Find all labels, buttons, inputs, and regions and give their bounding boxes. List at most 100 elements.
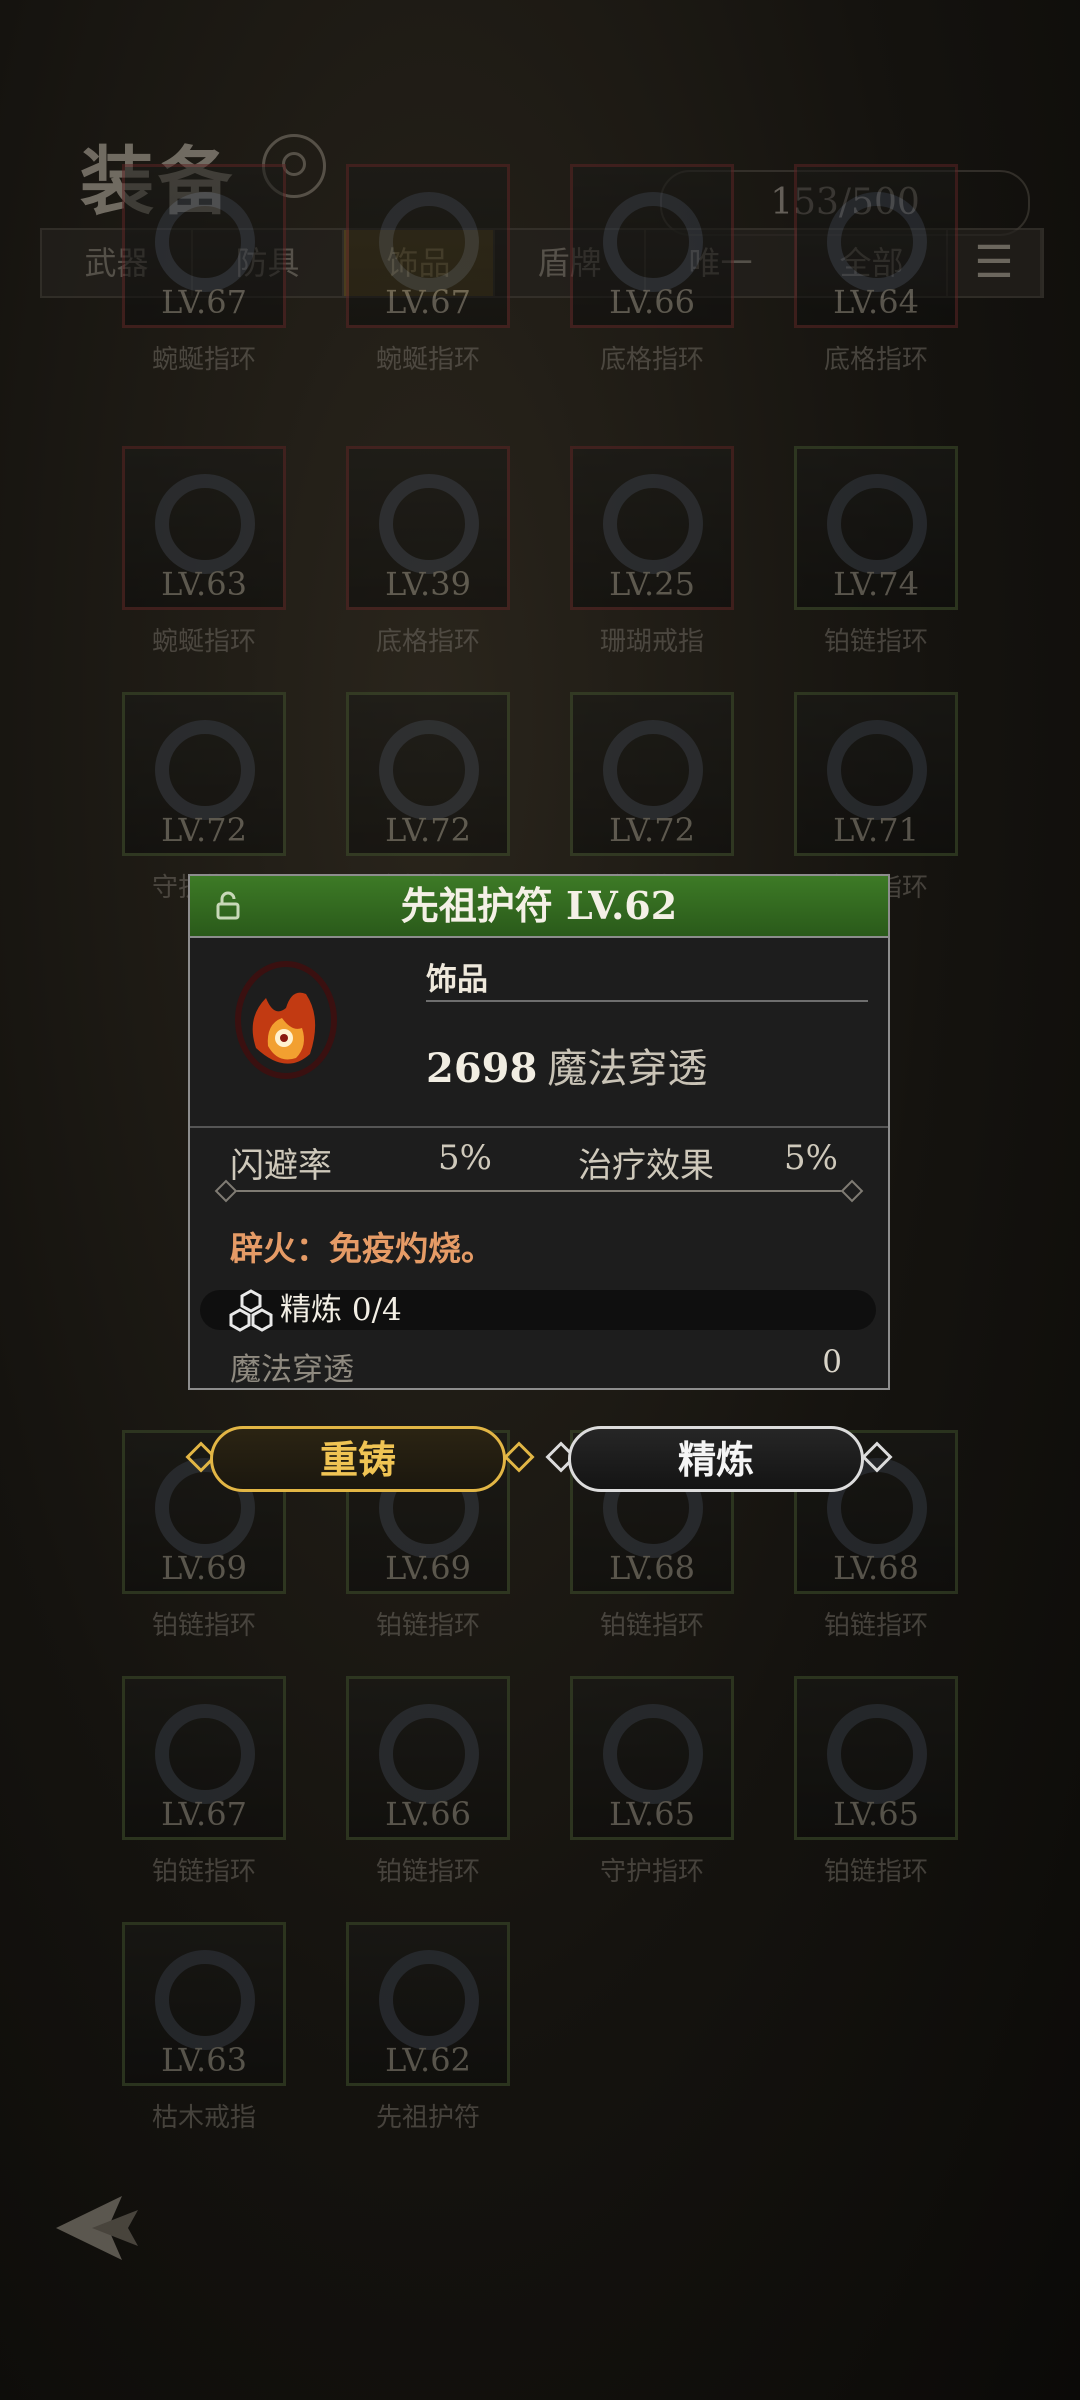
- item-level: LV.64: [833, 283, 919, 321]
- item-level: LV.63: [161, 2041, 247, 2079]
- inventory-item[interactable]: LV.25 珊瑚戒指: [570, 446, 734, 657]
- item-name: 铂链指环: [823, 1857, 928, 1887]
- item-detail-popup: 先祖护符 LV.62 饰品 2698 魔法穿透 闪避率 5% 治疗效果 5% 辟火…: [188, 874, 890, 1390]
- item-level: LV.72: [609, 811, 695, 849]
- ring-icon: [827, 474, 927, 574]
- inventory-item[interactable]: LV.72蜿蜒指环: [570, 692, 734, 903]
- item-level: LV.39: [385, 565, 471, 603]
- ring-icon: [603, 474, 703, 574]
- inventory-item[interactable]: LV.67 蜿蜒指环: [122, 164, 286, 375]
- item-name: 铂链指环: [151, 1611, 256, 1641]
- item-category: 饰品: [426, 962, 488, 998]
- inventory-item[interactable]: LV.71守护指环: [794, 692, 958, 903]
- sub-stat-value: 5%: [438, 1138, 492, 1178]
- item-name: 蜿蜒指环: [151, 627, 256, 657]
- item-name: 蜿蜒指环: [375, 345, 480, 375]
- item-name: 先祖护符: [375, 2103, 480, 2133]
- inventory-item[interactable]: LV.64 底格指环: [794, 164, 958, 375]
- special-effect: 辟火：免疫灼烧。: [230, 1229, 494, 1268]
- item-level: LV.66: [609, 283, 695, 321]
- main-stat-label: 魔法穿透: [547, 1046, 708, 1092]
- back-arrow-icon[interactable]: [52, 2190, 142, 2266]
- item-title: 先祖护符 LV.62: [400, 883, 678, 928]
- inventory-item[interactable]: LV.63 蜿蜒指环: [122, 446, 286, 657]
- ornament-divider: [222, 1190, 856, 1192]
- ring-icon: [603, 192, 703, 292]
- item-level: LV.67: [161, 283, 247, 321]
- item-name: 蜿蜒指环: [151, 345, 256, 375]
- ring-icon: [603, 720, 703, 820]
- filter-icon[interactable]: ☰: [948, 230, 1042, 296]
- inventory-item[interactable]: LV.72守护指环: [346, 692, 510, 903]
- item-level: LV.25: [609, 565, 695, 603]
- item-level: LV.67: [385, 283, 471, 321]
- item-level: LV.69: [385, 1549, 471, 1587]
- inventory-item[interactable]: LV.65 铂链指环: [794, 1676, 958, 1887]
- inventory-item[interactable]: LV.66 铂链指环: [346, 1676, 510, 1887]
- item-name: 底格指环: [599, 345, 704, 375]
- refine-progress: 精炼 0/4: [280, 1292, 402, 1328]
- item-name: 铂链指环: [599, 1611, 704, 1641]
- inventory-item[interactable]: LV.72守护指环: [122, 692, 286, 903]
- item-level: LV.68: [833, 1549, 919, 1587]
- item-name: 枯木戒指: [151, 2103, 256, 2133]
- inventory-item[interactable]: LV.63 枯木戒指: [122, 1922, 286, 2133]
- ring-icon: [379, 1950, 479, 2050]
- sub-stat-value: 5%: [784, 1138, 838, 1178]
- ring-icon: [155, 720, 255, 820]
- item-level: LV.68: [609, 1549, 695, 1587]
- ring-icon: [827, 1704, 927, 1804]
- refine-button[interactable]: 精炼: [568, 1426, 864, 1492]
- ring-icon: [379, 474, 479, 574]
- inventory-item[interactable]: LV.67 蜿蜒指环: [346, 164, 510, 375]
- ring-icon: [379, 720, 479, 820]
- ring-icon: [155, 474, 255, 574]
- item-name: 底格指环: [375, 627, 480, 657]
- item-level: LV.71: [833, 811, 919, 849]
- inventory-item[interactable]: LV.65 守护指环: [570, 1676, 734, 1887]
- item-name: 守护指环: [599, 1857, 704, 1887]
- refine-stat-label: 魔法穿透: [230, 1352, 354, 1388]
- ring-icon: [827, 192, 927, 292]
- amulet-icon: [235, 961, 337, 1079]
- item-name: 铂链指环: [151, 1857, 256, 1887]
- item-level: LV.72: [161, 811, 247, 849]
- item-name: 铂链指环: [823, 627, 928, 657]
- ring-icon: [155, 1950, 255, 2050]
- item-level: LV.67: [161, 1795, 247, 1833]
- item-name: 铂链指环: [823, 1611, 928, 1641]
- item-name: 底格指环: [823, 345, 928, 375]
- ring-icon: [155, 192, 255, 292]
- sub-stat-label: 闪避率: [230, 1146, 332, 1186]
- item-name: 珊瑚戒指: [599, 627, 704, 657]
- item-level: LV.63: [161, 565, 247, 603]
- inventory-item[interactable]: LV.74 铂链指环: [794, 446, 958, 657]
- diamond-ornament-icon: [840, 1179, 864, 1203]
- main-stat-value: 2698: [426, 1045, 538, 1092]
- item-level: LV.69: [161, 1549, 247, 1587]
- ring-icon: [379, 192, 479, 292]
- item-level: LV.66: [385, 1795, 471, 1833]
- ring-icon: [379, 1704, 479, 1804]
- divider: [190, 1126, 888, 1128]
- inventory-item[interactable]: LV.39 底格指环: [346, 446, 510, 657]
- item-level: LV.62: [385, 2041, 471, 2079]
- ring-icon: [155, 1704, 255, 1804]
- main-stat: 2698 魔法穿透: [426, 1036, 707, 1094]
- item-level: LV.65: [609, 1795, 695, 1833]
- inventory-item[interactable]: LV.66 底格指环: [570, 164, 734, 375]
- ring-icon: [827, 720, 927, 820]
- recast-button[interactable]: 重铸: [210, 1426, 506, 1492]
- item-name: 铂链指环: [375, 1611, 480, 1641]
- inventory-item[interactable]: LV.62 先祖护符: [346, 1922, 510, 2133]
- popup-header: 先祖护符 LV.62: [190, 876, 888, 938]
- refine-stat-value: 0: [822, 1344, 842, 1380]
- divider: [426, 1000, 868, 1002]
- ring-icon: [603, 1704, 703, 1804]
- item-level: LV.74: [833, 565, 919, 603]
- inventory-item[interactable]: LV.67 铂链指环: [122, 1676, 286, 1887]
- item-level: LV.65: [833, 1795, 919, 1833]
- item-level: LV.72: [385, 811, 471, 849]
- item-name: 铂链指环: [375, 1857, 480, 1887]
- sub-stat-label: 治疗效果: [578, 1146, 714, 1186]
